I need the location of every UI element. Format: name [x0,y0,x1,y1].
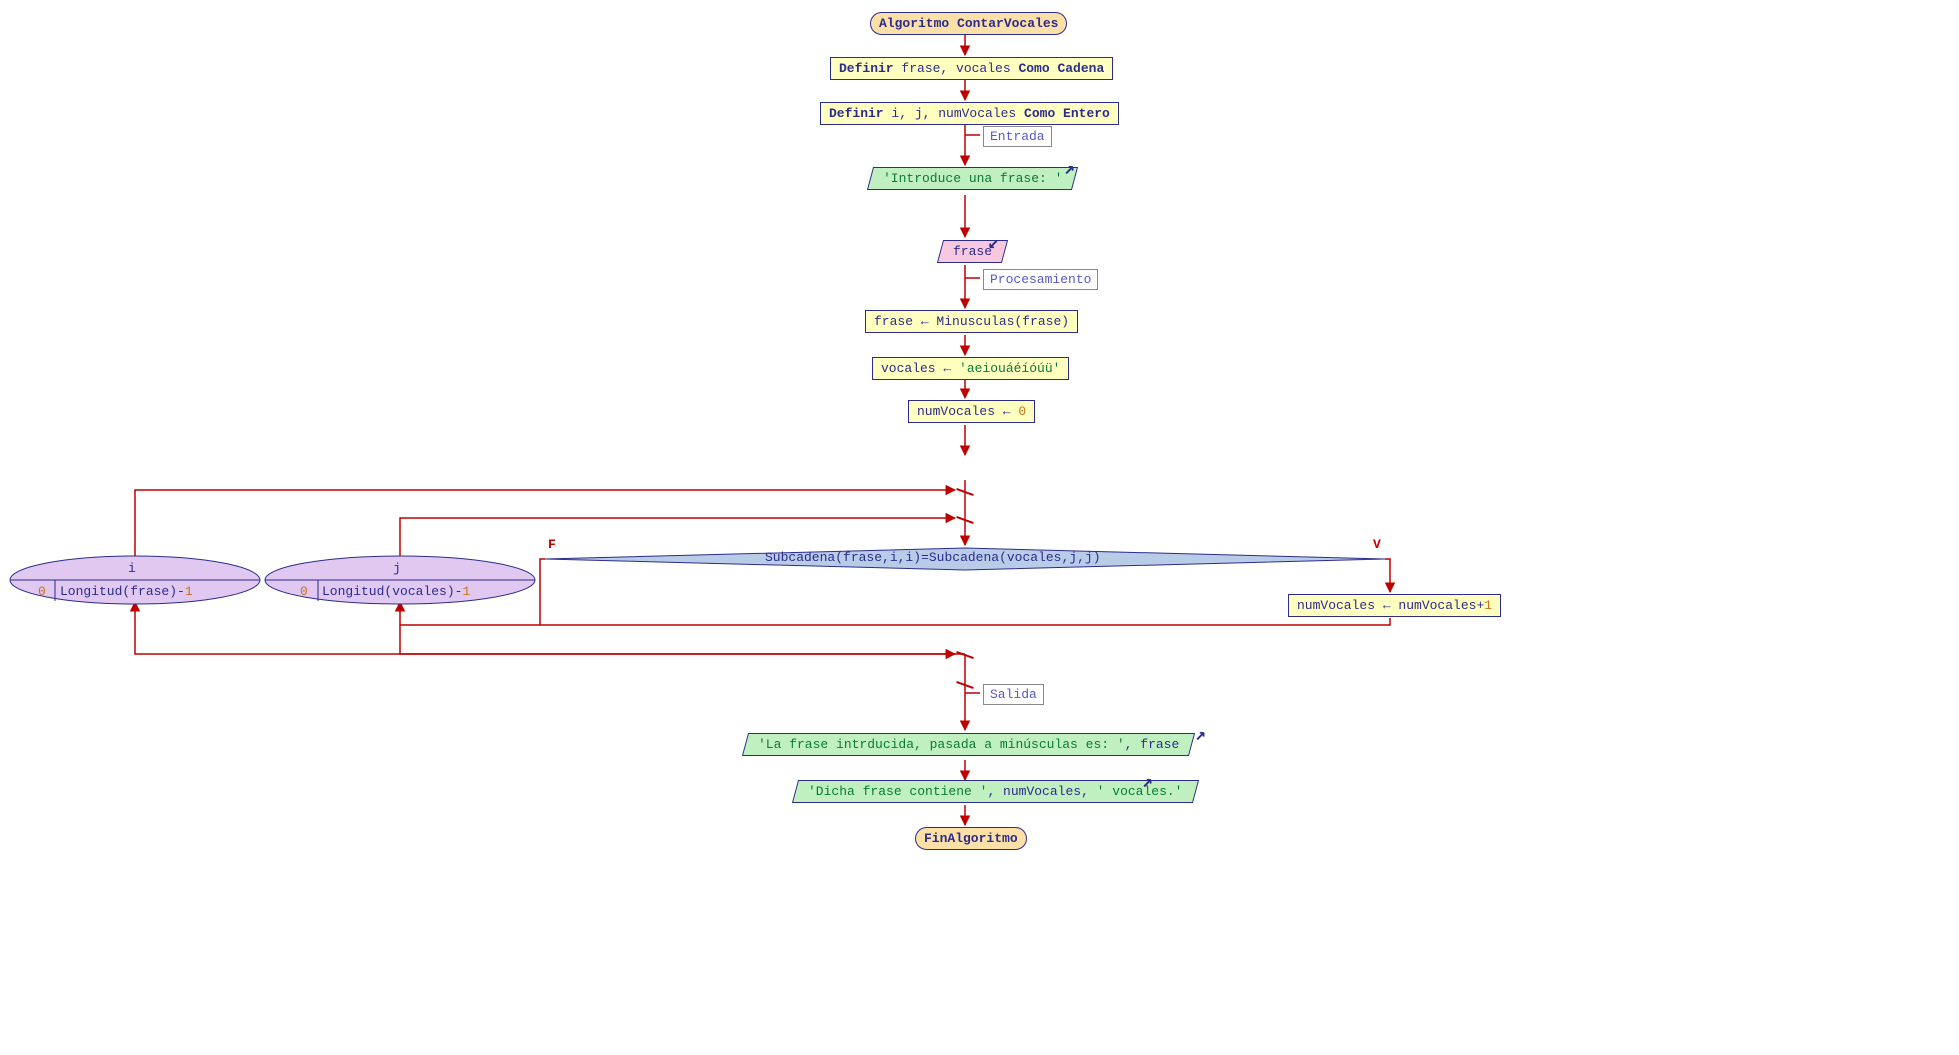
output-arrow-icon: ↗ [1195,724,1206,746]
section-label-proc: Procesamiento [983,269,1098,290]
flow-merge-mark [956,511,974,529]
output-arrow-icon: ↗ [1142,771,1153,793]
declare-ints: Definir i, j, numVocales Como Entero [820,102,1119,125]
terminal-start: Algoritmo ContarVocales [870,12,1067,35]
output-result1: 'La frase intrducida, pasada a minúscula… [742,733,1195,756]
loop-j-to: Longitud(vocales)-1 [322,584,470,599]
declare-strings: Definir frase, vocales Como Cadena [830,57,1113,80]
flow-arrows [0,0,1959,1055]
loop-i-from: 0 [38,584,46,599]
decision-false-label: F [548,537,556,552]
loop-i-var: i [128,561,136,576]
proc-vocales: vocales ← 'aeiouáéíóúü' [872,357,1069,380]
output-prompt: 'Introduce una frase: ' [867,167,1079,190]
output-result2: 'Dicha frase contiene ', numVocales, ' v… [792,780,1199,803]
loop-j-var: j [393,561,401,576]
flow-merge-mark [956,646,974,664]
proc-increment: numVocales ← numVocales+1 [1288,594,1501,617]
section-label-entrada: Entrada [983,126,1052,147]
input-arrow-icon: ↙ [988,232,999,254]
flow-merge-mark [956,483,974,501]
proc-init-count: numVocales ← 0 [908,400,1035,423]
decision-true-label: V [1373,537,1381,552]
section-label-salida: Salida [983,684,1044,705]
terminal-end: FinAlgoritmo [915,827,1027,850]
loop-j-from: 0 [300,584,308,599]
proc-lowercase: frase ← Minusculas(frase) [865,310,1078,333]
decision-compare: Subcadena(frase,i,i)=Subcadena(vocales,j… [765,550,1101,565]
output-arrow-icon: ↗ [1064,158,1075,180]
flow-merge-mark [956,676,974,694]
loop-i-to: Longitud(frase)-1 [60,584,193,599]
